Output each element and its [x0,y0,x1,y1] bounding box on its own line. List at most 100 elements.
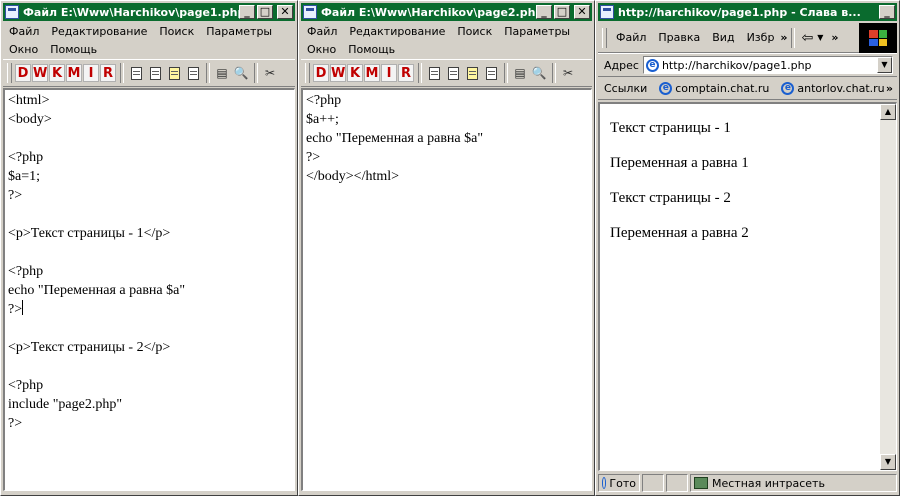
link-text: comptain.chat.ru [675,82,770,95]
text-caret [22,300,24,315]
tool-r-button[interactable]: R [100,64,116,82]
ie-e-icon: e [645,58,659,72]
vertical-scrollbar[interactable]: ▲ ▼ [880,104,896,470]
code-line: <?php [8,264,44,279]
scroll-down-button[interactable]: ▼ [880,454,896,470]
code-editor-area[interactable]: <html> <body> <?php $a=1; ?> <p>Текст ст… [3,88,295,491]
chevron-more-icon[interactable]: » [831,31,838,44]
scroll-up-button[interactable]: ▲ [880,104,896,120]
menu-favorites[interactable]: Избр [741,31,781,44]
tool-i-button[interactable]: I [83,64,99,82]
title-bar[interactable]: Файл E:\Www\Harchikov\page1.php _ □ ✕ [3,3,295,21]
page-view-icon[interactable] [127,64,145,82]
toolbar-grip[interactable] [7,63,12,83]
minimize-button[interactable]: _ [536,5,552,19]
menu-options[interactable]: Параметры [200,23,278,41]
menu-search[interactable]: Поиск [153,23,200,41]
tool-r-button[interactable]: R [398,64,414,82]
back-dropdown-icon[interactable]: ▼ [817,33,823,42]
print-icon[interactable]: ▤ [511,64,529,82]
print-preview-icon[interactable]: 🔍 [530,64,548,82]
copy-file-icon[interactable] [482,64,500,82]
code-line: </body></html> [306,169,400,184]
menu-edit[interactable]: Редактирование [343,23,451,41]
address-field[interactable]: e ▼ [642,56,893,74]
code-editor-area[interactable]: <?php $a++; echo "Переменная а равна $a"… [301,88,592,491]
maximize-button[interactable]: □ [257,5,273,19]
editor-window-page2[interactable]: Файл E:\Www\Harchikov\page2.php _ □ ✕ Фа… [298,0,595,496]
toolbar-grip[interactable] [602,27,607,48]
intranet-zone-icon [694,477,708,489]
copy-file-icon[interactable] [184,64,202,82]
code-line: ?> [8,416,23,431]
menu-file[interactable]: Файл [610,31,652,44]
link-comptain[interactable]: e comptain.chat.ru [657,82,769,95]
page-view-icon[interactable] [425,64,443,82]
chevron-more-icon[interactable]: » [886,82,893,95]
links-label: Ссылки [604,82,648,95]
open-file-icon[interactable] [463,64,481,82]
title-bar[interactable]: Файл E:\Www\Harchikov\page2.php _ □ ✕ [301,3,592,21]
link-antorlov[interactable]: e antorlov.chat.ru [779,82,885,95]
window-title: http://harchikov/page1.php - Слава в... [618,5,861,19]
code-line: <p>Текст страницы - 2</p> [8,340,171,355]
new-file-icon[interactable] [444,64,462,82]
menu-view[interactable]: Вид [706,31,740,44]
page-paragraph: Текст страницы - 2 [610,190,731,206]
print-icon[interactable]: ▤ [213,64,231,82]
status-cell-empty [666,474,688,492]
chevron-more-icon[interactable]: » [780,31,787,44]
browser-menu-toolbar: Файл Правка Вид Избр » ⇦ ▼ » [598,23,897,53]
close-button[interactable]: ✕ [277,5,293,19]
status-cell-empty [642,474,664,492]
browser-window[interactable]: http://harchikov/page1.php - Слава в... … [595,0,900,496]
minimize-button[interactable]: _ [879,5,895,19]
tool-d-button[interactable]: D [313,64,329,82]
tool-i-button[interactable]: I [381,64,397,82]
toolbar-grip[interactable] [305,63,310,83]
code-line: <p>Текст страницы - 1</p> [8,226,171,241]
cut-icon[interactable]: ✂ [559,64,577,82]
menu-bar: Файл Редактирование Поиск Параметры Окно… [301,23,592,57]
zone-text: Местная интрасеть [712,476,825,490]
code-line: <html> [8,93,50,108]
menu-help[interactable]: Помощь [44,41,103,59]
new-file-icon[interactable] [146,64,164,82]
window-title: Файл E:\Www\Harchikov\page1.php [23,5,239,19]
tool-w-button[interactable]: W [32,64,48,82]
menu-edit[interactable]: Правка [652,31,706,44]
print-preview-icon[interactable]: 🔍 [232,64,250,82]
open-file-icon[interactable] [165,64,183,82]
tool-w-button[interactable]: W [330,64,346,82]
code-line: ?> [8,188,23,203]
menu-window[interactable]: Окно [301,41,342,59]
menu-options[interactable]: Параметры [498,23,576,41]
close-button[interactable]: ✕ [574,5,590,19]
document-icon [303,5,317,19]
editor-window-page1[interactable]: Файл E:\Www\Harchikov\page1.php _ □ ✕ Фа… [0,0,298,496]
links-bar: Ссылки e comptain.chat.ru e antorlov.cha… [598,78,897,100]
tool-k-button[interactable]: K [347,64,363,82]
cut-icon[interactable]: ✂ [261,64,279,82]
tool-m-button[interactable]: M [66,64,82,82]
menu-file[interactable]: Файл [3,23,45,41]
menu-bar: Файл Редактирование Поиск Параметры Окно… [3,23,295,57]
menu-file[interactable]: Файл [301,23,343,41]
menu-window[interactable]: Окно [3,41,44,59]
tool-d-button[interactable]: D [15,64,31,82]
tool-m-button[interactable]: M [364,64,380,82]
title-bar[interactable]: http://harchikov/page1.php - Слава в... … [598,3,897,21]
page-content[interactable]: Текст страницы - 1 Переменная а равна 1 … [598,102,897,471]
menu-edit[interactable]: Редактирование [45,23,153,41]
maximize-button[interactable]: □ [554,5,570,19]
address-input[interactable] [658,58,877,72]
menu-help[interactable]: Помощь [342,41,401,59]
menu-search[interactable]: Поиск [451,23,498,41]
toolbar-separator [206,63,210,83]
back-arrow-icon[interactable]: ⇦ [802,30,814,46]
minimize-button[interactable]: _ [239,5,255,19]
tool-k-button[interactable]: K [49,64,65,82]
address-dropdown-button[interactable]: ▼ [877,57,892,73]
